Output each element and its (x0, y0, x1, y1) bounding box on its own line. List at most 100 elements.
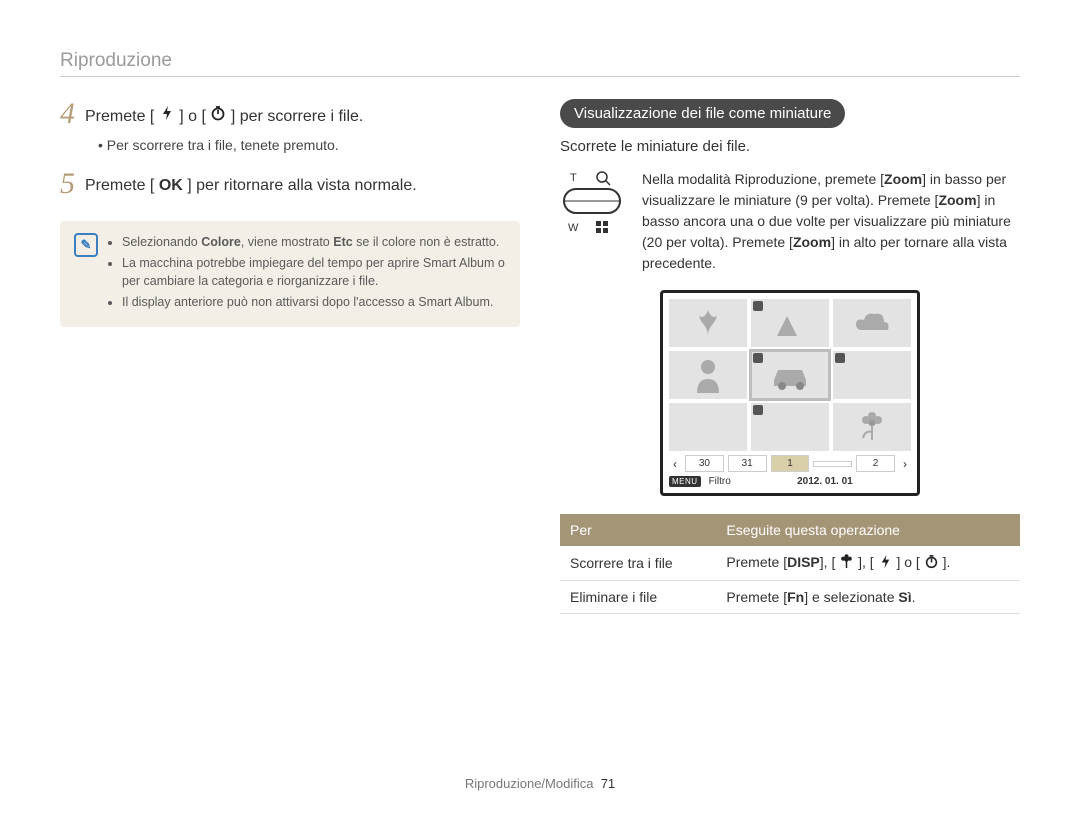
left-column: 4 Premete [ ] o [ ] per scorrere i file.… (60, 99, 520, 614)
date-cell: 2 (856, 455, 895, 472)
step-number: 4 (60, 99, 75, 129)
note-item: La macchina potrebbe impiegare del tempo… (122, 254, 506, 290)
thumb-cell (669, 403, 747, 451)
col-op: Eseguite questa operazione (716, 514, 1020, 546)
manual-page: Riproduzione 4 Premete [ ] o [ ] per sco… (0, 0, 1080, 815)
cell-instruction: Premete [DISP], [ ], [ ] o [ ]. (716, 546, 1020, 581)
text: Premete [ (85, 177, 154, 194)
step-5: 5 Premete [ OK ] per ritornare alla vist… (60, 169, 520, 199)
intro-text: Scorrete le miniature dei file. (560, 138, 1020, 155)
filter-label: Filtro (709, 476, 731, 487)
content-columns: 4 Premete [ ] o [ ] per scorrere i file.… (60, 99, 1020, 614)
divider (60, 76, 1020, 77)
prev-arrow-icon: ‹ (669, 457, 681, 471)
cell-action: Eliminare i file (560, 581, 716, 614)
zoom-W-label: W (568, 222, 579, 234)
note-item: Il display anteriore può non attivarsi d… (122, 293, 506, 311)
text: . (912, 589, 916, 605)
zoom-paragraph: Nella modalità Riproduzione, premete [Zo… (642, 169, 1020, 274)
print-badge-icon (835, 353, 845, 363)
page-footer: Riproduzione/Modifica 71 (0, 776, 1080, 791)
thumb-cell (751, 403, 829, 451)
text: ], [ (820, 554, 836, 570)
disp-label: DISP (787, 554, 820, 570)
date-cell: 31 (728, 455, 767, 472)
section-pill: Visualizzazione dei file come miniature (560, 99, 845, 128)
text: Nella modalità Riproduzione, premete [ (642, 171, 884, 187)
zoom-kw: Zoom (793, 234, 831, 250)
thumb-cell (833, 351, 911, 399)
text: ] o [ (896, 554, 919, 570)
step-text: Premete [ ] o [ ] per scorrere i file. (85, 99, 363, 128)
mountain-icon (773, 306, 807, 340)
person-icon (693, 357, 723, 393)
date-cell-active: 1 (771, 455, 810, 472)
footer-text: Riproduzione/Modifica (465, 776, 594, 791)
operations-table: Per Eseguite questa operazione Scorrere … (560, 514, 1020, 614)
thumb-cell (833, 403, 911, 451)
flash-icon (159, 105, 175, 128)
text: ] e selezionate (804, 589, 898, 605)
print-badge-icon (753, 353, 763, 363)
print-badge-icon (753, 405, 763, 415)
thumb-cell (751, 299, 829, 347)
palm-icon (691, 306, 725, 340)
thumb-cell (669, 299, 747, 347)
col-per: Per (560, 514, 716, 546)
spacer (60, 207, 520, 221)
cell-action: Scorrere tra i file (560, 546, 716, 581)
thumb-cell (833, 299, 911, 347)
step-text: Premete [ OK ] per ritornare alla vista … (85, 169, 417, 197)
flash-icon (878, 554, 893, 572)
page-section-title: Riproduzione (60, 50, 1020, 72)
thumb-cell-selected (751, 351, 829, 399)
text: ] per ritornare alla vista normale. (187, 177, 416, 194)
zoom-kw: Zoom (938, 192, 976, 208)
menu-tag: MENU (669, 476, 701, 487)
step-number: 5 (60, 169, 75, 199)
date-cell (813, 461, 852, 467)
zoom-kw: Zoom (884, 171, 922, 187)
zoom-explainer: T W Nella modalità Riproduzione, premete… (560, 169, 1020, 274)
thumb-cell (669, 351, 747, 399)
date-strip: ‹ 30 31 1 2 › (669, 455, 911, 472)
note-list: Selezionando Colore, viene mostrato Etc … (108, 233, 506, 315)
text: ] per scorrere i file. (231, 108, 363, 125)
table-row: Scorrere tra i file Premete [DISP], [ ],… (560, 546, 1020, 581)
step-4: 4 Premete [ ] o [ ] per scorrere i file. (60, 99, 520, 129)
print-badge-icon (753, 301, 763, 311)
date-text: 2012. 01. 01 (739, 476, 911, 487)
filter-row: MENU Filtro 2012. 01. 01 (669, 472, 911, 487)
timer-icon (924, 554, 939, 572)
thumbnail-grid (669, 299, 911, 451)
note-box: ✎ Selezionando Colore, viene mostrato Et… (60, 221, 520, 327)
text: Premete [ (85, 108, 154, 125)
thumbnail-grid-icon (596, 221, 601, 226)
zoom-rocker: T W (560, 169, 624, 244)
macro-icon (839, 554, 854, 572)
text: Premete [ (726, 589, 787, 605)
ok-label: OK (159, 177, 183, 194)
text: ] o [ (179, 108, 206, 125)
next-arrow-icon: › (899, 457, 911, 471)
table-header-row: Per Eseguite questa operazione (560, 514, 1020, 546)
fn-label: Fn (787, 589, 804, 605)
cell-instruction: Premete [Fn] e selezionate Sì. (716, 581, 1020, 614)
text: ], [ (858, 554, 874, 570)
page-number: 71 (601, 776, 615, 791)
car-icon (768, 360, 812, 390)
note-item: Selezionando Colore, viene mostrato Etc … (122, 233, 506, 251)
table-row: Eliminare i file Premete [Fn] e selezion… (560, 581, 1020, 614)
flower-icon (855, 410, 889, 444)
right-column: Visualizzazione dei file come miniature … (560, 99, 1020, 614)
text: ]. (943, 554, 951, 570)
timer-icon (210, 105, 226, 128)
screen-frame: ‹ 30 31 1 2 › MENU Filtro 2012. 01. 01 (660, 290, 920, 496)
text: Premete [ (726, 554, 787, 570)
cloud-icon (852, 310, 892, 336)
date-cell: 30 (685, 455, 724, 472)
si-label: Sì (898, 589, 911, 605)
step-4-sub: • Per scorrere tra i file, tenete premut… (98, 137, 520, 153)
magnify-icon (597, 172, 607, 182)
info-icon: ✎ (74, 233, 98, 257)
